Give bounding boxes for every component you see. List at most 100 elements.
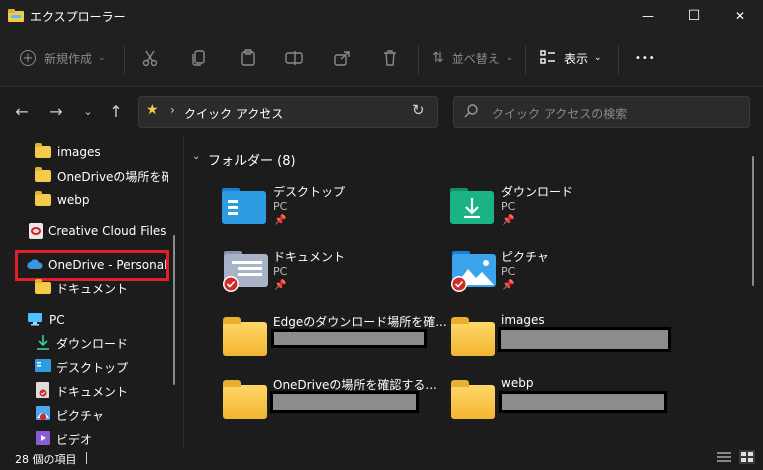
window-title: エクスプローラー — [30, 10, 126, 24]
chevron-down-icon: ⌄ — [83, 104, 93, 118]
maximize-button[interactable]: ☐ — [671, 0, 717, 32]
sidebar-item-pictures[interactable]: ピクチャ — [0, 403, 180, 427]
toolbar-divider — [618, 46, 619, 74]
tile-location: PC — [273, 265, 288, 278]
pin-icon: 📌 — [502, 280, 515, 291]
sidebar-item-desktop[interactable]: デスクトップ — [0, 355, 180, 379]
sidebar-item-onedrive-location[interactable]: OneDriveの場所を確認 — [0, 164, 168, 188]
rename-icon[interactable] — [285, 49, 303, 70]
new-button[interactable]: + 新規作成 ⌄ — [20, 46, 106, 70]
section-title[interactable]: フォルダー (8) — [208, 150, 296, 169]
sidebar-divider — [183, 136, 184, 448]
folder-icon — [223, 380, 267, 419]
arrow-right-icon: → — [49, 101, 63, 121]
folder-icon — [451, 317, 495, 356]
tile-desktop[interactable]: デスクトップ PC 📌 — [220, 182, 430, 232]
explorer-app-icon — [8, 9, 24, 22]
maximize-icon: ☐ — [687, 8, 701, 24]
tile-webp-folder[interactable]: webp — [448, 375, 673, 425]
more-options-button[interactable]: ••• — [635, 46, 656, 70]
tile-pictures[interactable]: ピクチャ PC 📌 — [448, 247, 658, 297]
tile-name: images — [501, 313, 545, 327]
chevron-down-icon: ⌄ — [98, 53, 106, 63]
chevron-right-icon[interactable]: › — [264, 103, 269, 117]
status-bar — [0, 448, 763, 470]
view-button[interactable]: 表示 ⌄ — [540, 46, 602, 70]
sort-icon: ⇅ — [432, 50, 444, 66]
sidebar-item-label: images — [57, 145, 101, 159]
details-view-icon[interactable] — [717, 451, 731, 467]
arrow-left-icon: ← — [15, 101, 29, 121]
video-icon — [36, 430, 50, 448]
toolbar-divider — [525, 46, 526, 74]
folder-icon — [223, 317, 267, 356]
tile-location: PC — [273, 200, 288, 213]
recent-locations-button[interactable]: ⌄ — [74, 96, 102, 126]
refresh-icon[interactable]: ↻ — [412, 101, 425, 119]
redacted-path — [499, 391, 667, 413]
up-button[interactable]: ↑ — [102, 96, 130, 126]
sidebar-item-label: webp — [57, 193, 90, 207]
pin-icon: 📌 — [274, 215, 287, 226]
sidebar-item-label: ビデオ — [56, 432, 93, 447]
delete-icon[interactable] — [381, 49, 399, 70]
download-icon — [36, 334, 50, 353]
sidebar-item-pc[interactable]: PC — [0, 308, 180, 332]
close-button[interactable]: ✕ — [717, 0, 763, 32]
redacted-path — [498, 327, 671, 352]
tile-documents[interactable]: ドキュメント PC 📌 — [220, 247, 430, 297]
toolbar-divider — [124, 46, 125, 74]
pin-icon: 📌 — [502, 215, 515, 226]
chevron-right-icon: › — [170, 103, 175, 117]
tile-downloads[interactable]: ダウンロード PC 📌 — [448, 182, 658, 232]
view-button-label: 表示 — [564, 51, 589, 66]
redacted-path — [270, 391, 419, 413]
minimize-icon: — — [642, 9, 654, 23]
sidebar-item-documents[interactable]: ドキュメント — [0, 379, 180, 403]
sidebar-item-documents-onedrive[interactable]: ドキュメント — [0, 276, 180, 300]
tile-name: ドキュメント — [273, 250, 346, 264]
sidebar-item-images[interactable]: images — [0, 140, 180, 164]
folder-icon — [35, 167, 51, 182]
paste-icon[interactable] — [239, 49, 257, 70]
share-icon[interactable] — [333, 49, 351, 70]
cut-icon[interactable] — [141, 49, 159, 70]
sidebar-item-label: OneDriveの場所を確認 — [57, 169, 168, 184]
desktop-icon — [35, 359, 51, 375]
back-button[interactable]: ← — [8, 96, 36, 126]
sidebar-item-label: ダウンロード — [56, 336, 129, 351]
sidebar-item-label: ドキュメント — [56, 384, 129, 399]
copy-icon[interactable] — [190, 49, 208, 70]
sidebar-item-label: PC — [49, 313, 65, 327]
status-divider — [86, 452, 87, 464]
tile-name: Edgeのダウンロード場所を確... — [273, 315, 447, 329]
tiles-view-icon[interactable] — [739, 450, 755, 467]
sidebar-scrollbar[interactable] — [173, 235, 175, 385]
minimize-button[interactable]: — — [625, 0, 671, 32]
tile-name: ダウンロード — [501, 185, 574, 199]
desktop-folder-icon — [222, 188, 266, 227]
star-icon: ★ — [146, 102, 159, 118]
tile-location: PC — [501, 200, 516, 213]
folder-icon — [451, 380, 495, 419]
sidebar-item-webp[interactable]: webp — [0, 188, 180, 212]
search-placeholder: クイック アクセスの検索 — [492, 107, 628, 121]
tile-onedrive-location-folder[interactable]: OneDriveの場所を確認する... — [220, 375, 437, 425]
sort-button[interactable]: ⇅ 並べ替え ⌄ — [432, 46, 513, 70]
pin-icon: 📌 — [274, 280, 287, 291]
forward-button[interactable]: → — [42, 96, 70, 126]
plus-circle-icon: + — [20, 50, 36, 66]
address-bar[interactable] — [138, 96, 438, 128]
main-scrollbar[interactable] — [752, 156, 754, 286]
tile-edge-download-folder[interactable]: Edgeのダウンロード場所を確... — [220, 312, 447, 362]
tile-name: ピクチャ — [501, 250, 549, 264]
folder-icon — [35, 191, 51, 206]
tile-images-folder[interactable]: images — [448, 312, 673, 362]
tile-name: デスクトップ — [273, 185, 346, 199]
sidebar-item-downloads[interactable]: ダウンロード — [0, 331, 180, 355]
creative-cloud-icon — [29, 223, 43, 239]
tile-name: webp — [501, 376, 534, 390]
section-chevron-icon[interactable]: ⌄ — [192, 151, 200, 162]
documents-folder-icon — [222, 251, 268, 296]
sidebar-item-creative-cloud[interactable]: Creative Cloud Files — [0, 219, 180, 243]
